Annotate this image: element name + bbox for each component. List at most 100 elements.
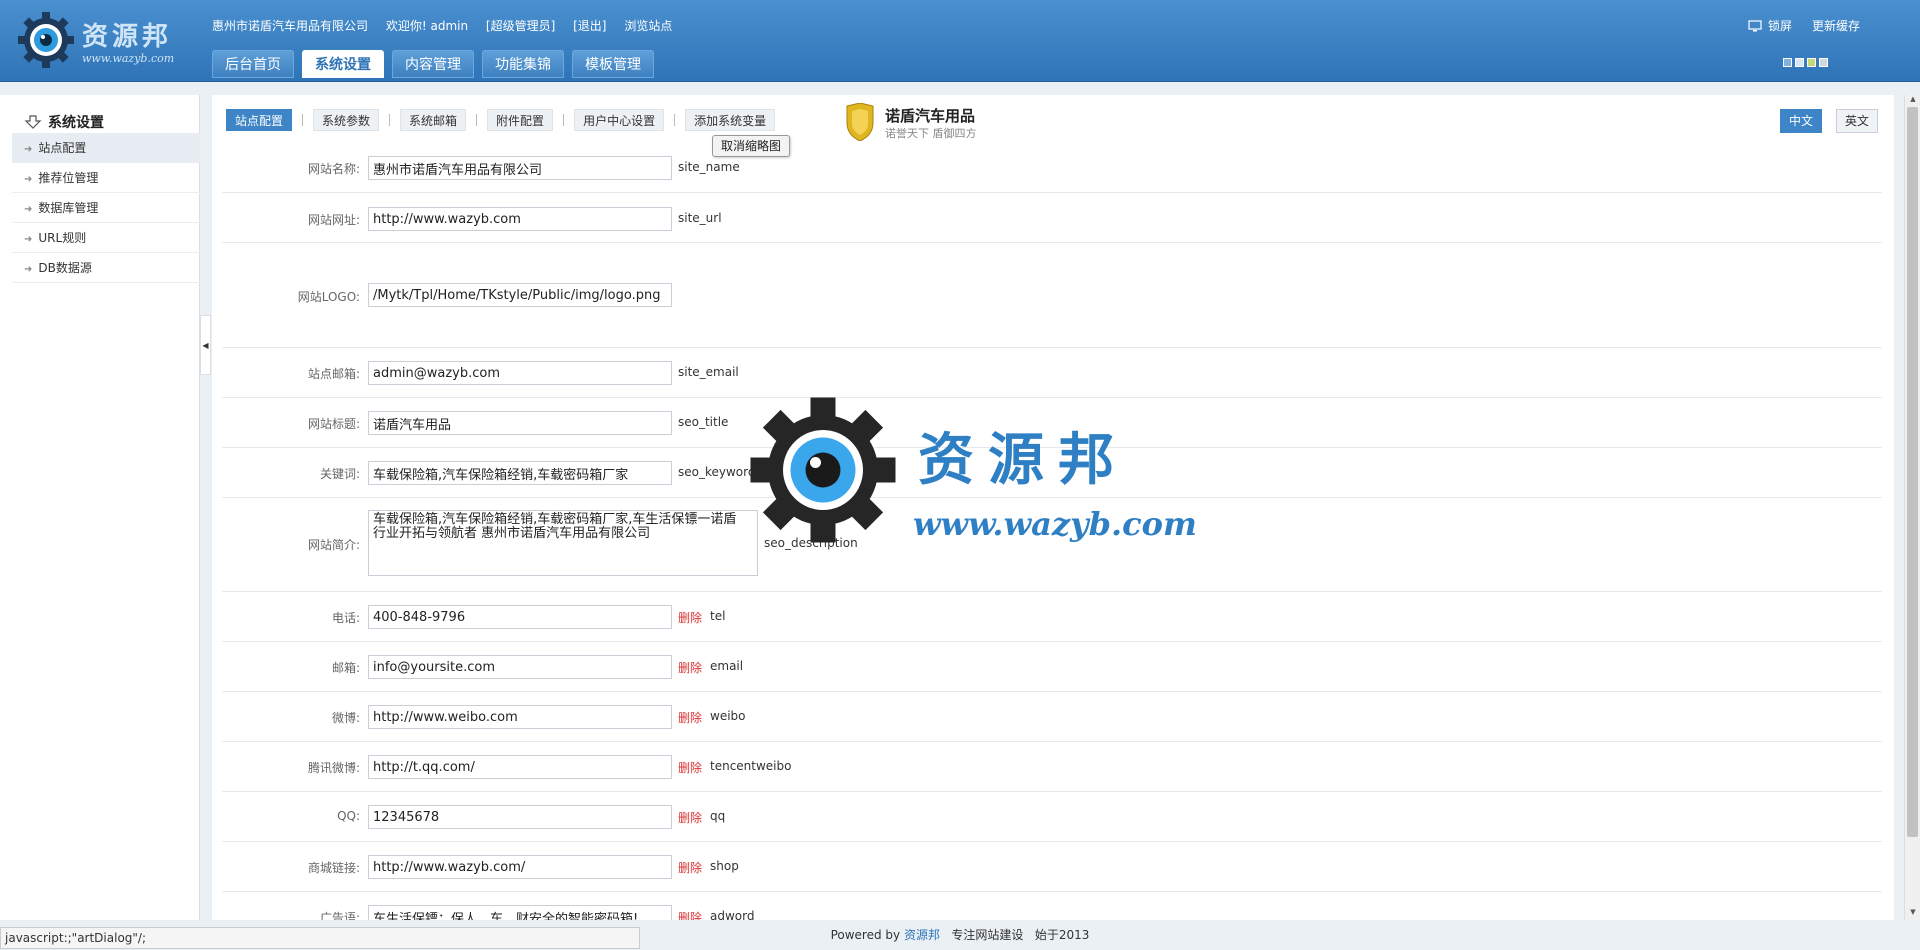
arrow-right-icon: ➜: [24, 174, 33, 185]
skin-blue[interactable]: [1783, 58, 1792, 67]
subtab-add-variable[interactable]: 添加系统变量: [685, 109, 776, 131]
subtab-user-center[interactable]: 用户中心设置: [574, 109, 665, 131]
delete-link[interactable]: 删除: [678, 609, 702, 626]
shop-input[interactable]: [368, 855, 672, 879]
form-row-site-name: 网站名称: site_name: [222, 143, 1882, 193]
arrow-down-icon: [24, 115, 42, 129]
field-key: tel: [710, 609, 726, 623]
footer-since: 始于2013: [1034, 928, 1090, 942]
footer-link[interactable]: 资源邦: [904, 928, 940, 942]
browse-site-link[interactable]: 浏览站点: [624, 19, 672, 33]
form-row-seo-keywords: 关键词: seo_keywords: [222, 448, 1882, 498]
field-key: qq: [710, 809, 726, 823]
gear-logo-icon: [18, 12, 74, 68]
skin-gray[interactable]: [1819, 58, 1828, 67]
form-row-weibo: 微博: 删除 weibo: [222, 692, 1882, 742]
delete-link[interactable]: 删除: [678, 659, 702, 676]
arrow-right-icon: ➜: [24, 204, 33, 215]
field-label: 广告语:: [319, 911, 360, 920]
subtab-system-mail[interactable]: 系统邮箱: [400, 109, 467, 131]
field-label: QQ:: [337, 809, 360, 823]
site-url-input[interactable]: [368, 207, 672, 231]
brand-slogan: 诺誉天下 盾御四方: [885, 127, 977, 140]
delete-link[interactable]: 删除: [678, 709, 702, 726]
site-email-input[interactable]: [368, 361, 672, 385]
field-label: 邮箱:: [331, 661, 360, 675]
scrollbar-thumb[interactable]: [1907, 107, 1918, 837]
seo-description-textarea[interactable]: 车载保险箱,汽车保险箱经销,车载密码箱厂家,车生活保镖一诺盾 行业开拓与领航者 …: [368, 510, 758, 576]
nav-tab-home[interactable]: 后台首页: [212, 50, 294, 78]
form-row-tel: 电话: 删除 tel: [222, 592, 1882, 642]
subtab-system-params[interactable]: 系统参数: [313, 109, 380, 131]
lock-screen-button[interactable]: 锁屏: [1748, 17, 1792, 34]
sidebar-item-label: URL规则: [38, 231, 87, 245]
field-key: seo_description: [764, 536, 858, 550]
delete-link[interactable]: 删除: [678, 759, 702, 776]
divider: [302, 114, 304, 126]
form-row-email: 邮箱: 删除 email: [222, 642, 1882, 692]
role-link[interactable]: [超级管理员]: [486, 19, 555, 33]
nav-tab-features[interactable]: 功能集锦: [482, 50, 564, 78]
form-row-seo-title: 网站标题: seo_title: [222, 398, 1882, 448]
skin-green[interactable]: [1807, 58, 1816, 67]
field-key: email: [710, 659, 744, 673]
arrow-right-icon: ➜: [24, 264, 33, 275]
lang-zh-button[interactable]: 中文: [1779, 109, 1822, 133]
scroll-up-arrow[interactable]: ▲: [1905, 95, 1920, 107]
monitor-icon: [1748, 19, 1762, 31]
site-logo[interactable]: 资源邦 www.wazyb.com: [16, 10, 186, 72]
field-label: 电话:: [331, 611, 360, 625]
subtab-attachment[interactable]: 附件配置: [487, 109, 554, 131]
seo-title-input[interactable]: [368, 411, 672, 435]
sidebar-item-site-config[interactable]: ➜ 站点配置: [12, 133, 200, 163]
top-header: 资源邦 www.wazyb.com 惠州市诺盾汽车用品有限公司 欢迎你! adm…: [0, 0, 1920, 82]
subtab-site-config[interactable]: 站点配置: [226, 109, 293, 131]
delete-link[interactable]: 删除: [678, 859, 702, 876]
sidebar: 系统设置 ➜ 站点配置 ➜ 推荐位管理 ➜ 数据库管理 ➜ URL规则 ➜ DB数据源: [0, 95, 200, 920]
nav-tab-content[interactable]: 内容管理: [392, 50, 474, 78]
field-label: 网站LOGO:: [297, 290, 360, 304]
arrow-right-icon: ➜: [24, 234, 33, 245]
lang-en-button[interactable]: 英文: [1835, 109, 1878, 133]
form-row-site-url: 网站网址: site_url: [222, 193, 1882, 243]
tencent-weibo-input[interactable]: [368, 755, 672, 779]
brand-title: 诺盾汽车用品: [885, 107, 976, 125]
sidebar-item-database[interactable]: ➜ 数据库管理: [12, 193, 200, 223]
update-cache-button[interactable]: 更新缓存: [1812, 17, 1860, 34]
qq-input[interactable]: [368, 805, 672, 829]
browser-status-bar: javascript:;"artDialog"/;: [0, 927, 640, 949]
sidebar-item-db-source[interactable]: ➜ DB数据源: [12, 253, 200, 283]
form-row-shop: 商城链接: 删除 shop: [222, 842, 1882, 892]
nav-tab-system-settings[interactable]: 系统设置: [302, 50, 384, 78]
field-label: 关键词:: [319, 467, 360, 481]
lock-screen-label: 锁屏: [1767, 19, 1792, 33]
field-key: site_url: [678, 211, 722, 225]
scroll-down-arrow[interactable]: ▼: [1905, 908, 1920, 920]
sidebar-item-url-rules[interactable]: ➜ URL规则: [12, 223, 200, 253]
adword-input[interactable]: [368, 905, 672, 920]
logout-link[interactable]: [退出]: [573, 19, 606, 33]
delete-link[interactable]: 删除: [678, 809, 702, 826]
page-scrollbar[interactable]: ▲ ▼: [1904, 95, 1920, 920]
sidebar-collapse-toggle[interactable]: ◀: [200, 315, 211, 375]
form-row-seo-description: 网站简介: 车载保险箱,汽车保险箱经销,车载密码箱厂家,车生活保镖一诺盾 行业开…: [222, 498, 1882, 592]
field-label: 商城链接:: [307, 861, 360, 875]
sidebar-item-label: 站点配置: [38, 141, 87, 155]
sidebar-item-recommend[interactable]: ➜ 推荐位管理: [12, 163, 200, 193]
divider: [389, 114, 391, 126]
seo-keywords-input[interactable]: [368, 461, 672, 485]
site-name-input[interactable]: [368, 156, 672, 180]
divider: [563, 114, 565, 126]
skin-light[interactable]: [1795, 58, 1804, 67]
tel-input[interactable]: [368, 605, 672, 629]
form-row-site-logo: 网站LOGO:: [222, 243, 1882, 348]
welcome-text: 欢迎你! admin: [385, 19, 469, 33]
field-key: seo_title: [678, 415, 729, 429]
site-logo-input[interactable]: [368, 283, 672, 307]
weibo-input[interactable]: [368, 705, 672, 729]
nav-tab-templates[interactable]: 模板管理: [572, 50, 654, 78]
delete-link[interactable]: 删除: [678, 909, 702, 920]
email-input[interactable]: [368, 655, 672, 679]
shield-logo-icon: [846, 103, 874, 141]
company-name: 惠州市诺盾汽车用品有限公司: [212, 19, 369, 33]
